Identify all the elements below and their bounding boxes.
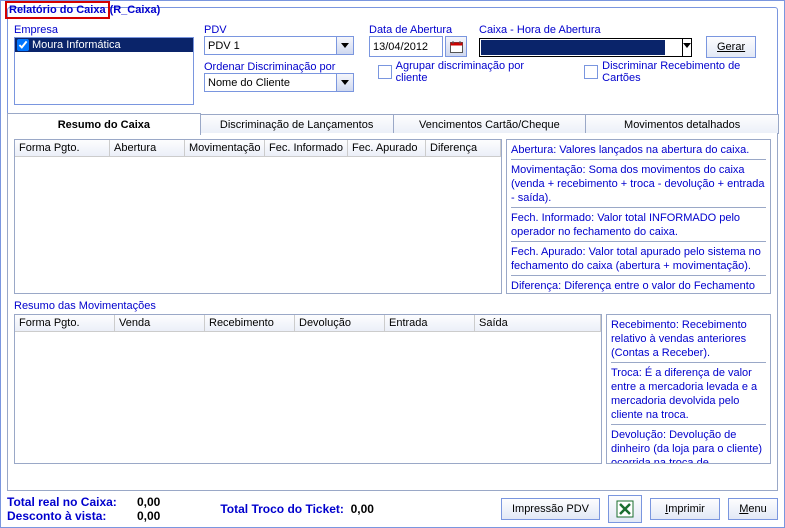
discriminar-checkbox[interactable]: Discriminar Recebimento de Cartões: [584, 60, 777, 84]
calendar-icon: [450, 41, 463, 53]
data-abertura-label: Data de Abertura: [369, 24, 469, 36]
resumo-grid[interactable]: Forma Pgto. Abertura Movimentação Fec. I…: [14, 139, 502, 294]
pdv-dropdown-button[interactable]: [336, 37, 353, 54]
data-abertura-input[interactable]: 13/04/2012: [369, 36, 443, 57]
ordenar-value: Nome do Cliente: [208, 77, 290, 89]
help-line: Diferença: Diferença entre o valor do Fe…: [511, 279, 766, 294]
calendar-button[interactable]: [445, 36, 467, 57]
tab-resumo-label: Resumo do Caixa: [58, 119, 150, 131]
troco-label: Total Troco do Ticket:: [220, 502, 344, 516]
grid2-col-devol[interactable]: Devolução: [295, 315, 385, 332]
help-movimentacoes: Recebimento: Recebimento relativo à vend…: [606, 314, 771, 464]
grid2-col-entr[interactable]: Entrada: [385, 315, 475, 332]
help-line: Movimentação: Soma dos movimentos do cai…: [511, 163, 766, 205]
grid2-col-receb[interactable]: Recebimento: [205, 315, 295, 332]
resumo-mov-title: Resumo das Movimentações: [14, 300, 771, 312]
grid1-col-feci[interactable]: Fec. Informado: [265, 140, 348, 157]
data-abertura-value: 13/04/2012: [373, 41, 428, 53]
impressao-pdv-label: Impressão PDV: [512, 503, 589, 515]
export-excel-button[interactable]: [608, 495, 642, 523]
ordenar-label: Ordenar Discriminação por: [204, 61, 359, 73]
empresa-list[interactable]: Moura Informática: [14, 37, 194, 105]
desconto-value: 0,00: [137, 509, 160, 523]
help-line: Recebimento: Recebimento relativo à vend…: [611, 318, 766, 360]
pdv-value: PDV 1: [208, 40, 240, 52]
page-title-suffix: (R_Caixa): [110, 4, 161, 16]
gerar-button[interactable]: Gerar: [706, 36, 756, 58]
gerar-label: Gerar: [717, 41, 745, 53]
discriminar-label: Discriminar Recebimento de Cartões: [602, 60, 777, 84]
grid2-col-venda[interactable]: Venda: [115, 315, 205, 332]
agrupar-checkbox[interactable]: Agrupar discriminação por cliente: [378, 60, 554, 84]
help-line: Abertura: Valores lançados na abertura d…: [511, 143, 766, 157]
desconto-label: Desconto à vista:: [7, 509, 137, 523]
help-line: Troca: É a diferença de valor entre a me…: [611, 366, 766, 422]
menu-button[interactable]: Menu: [728, 498, 778, 520]
chevron-down-icon: [341, 80, 349, 85]
grid1-col-feca[interactable]: Fec. Apurado: [348, 140, 426, 157]
help-line: Devolução: Devolução de dinheiro (da loj…: [611, 428, 766, 464]
chevron-down-icon: [683, 43, 691, 48]
tab-movimentos[interactable]: Movimentos detalhados: [585, 114, 779, 134]
troco-block: Total Troco do Ticket: 0,00: [220, 502, 374, 516]
grid1-col-abertura[interactable]: Abertura: [110, 140, 185, 157]
help-resumo: Abertura: Valores lançados na abertura d…: [506, 139, 771, 294]
caixa-label: Caixa - Hora de Abertura: [479, 24, 771, 36]
total-real-label: Total real no Caixa:: [7, 495, 137, 509]
excel-icon: [616, 500, 634, 518]
caixa-dropdown-button[interactable]: [682, 39, 691, 56]
tab-discriminacao-label: Discriminação de Lançamentos: [220, 119, 373, 131]
ordenar-select[interactable]: Nome do Cliente: [204, 73, 354, 92]
troco-value: 0,00: [351, 502, 374, 516]
grid2-col-saida[interactable]: Saída: [475, 315, 601, 332]
tab-movimentos-label: Movimentos detalhados: [624, 119, 740, 131]
grid1-col-forma[interactable]: Forma Pgto.: [15, 140, 110, 157]
menu-rest: enu: [748, 503, 766, 515]
empresa-checkbox[interactable]: [17, 39, 29, 51]
grid1-col-mov[interactable]: Movimentação: [185, 140, 265, 157]
imprimir-rest: mprimir: [668, 503, 705, 515]
empresa-item-label: Moura Informática: [32, 39, 121, 51]
grid2-col-forma[interactable]: Forma Pgto.: [15, 315, 115, 332]
tab-vencimentos-label: Vencimentos Cartão/Cheque: [419, 119, 560, 131]
help-line: Fech. Informado: Valor total INFORMADO p…: [511, 211, 766, 239]
total-real-value: 0,00: [137, 495, 160, 509]
empresa-label: Empresa: [14, 24, 194, 36]
help-line: Fech. Apurado: Valor total apurado pelo …: [511, 245, 766, 273]
ordenar-dropdown-button[interactable]: [336, 74, 353, 91]
grid1-col-dif[interactable]: Diferença: [426, 140, 501, 157]
page-title: Relatório do Caixa: [5, 1, 110, 19]
tab-discriminacao[interactable]: Discriminação de Lançamentos: [200, 114, 394, 134]
tab-resumo[interactable]: Resumo do Caixa: [7, 113, 201, 135]
pdv-select[interactable]: PDV 1: [204, 36, 354, 55]
empresa-list-item[interactable]: Moura Informática: [15, 38, 193, 52]
agrupar-label: Agrupar discriminação por cliente: [396, 60, 555, 84]
movimentacoes-grid[interactable]: Forma Pgto. Venda Recebimento Devolução …: [14, 314, 602, 464]
chevron-down-icon: [341, 43, 349, 48]
imprimir-button[interactable]: Imprimir: [650, 498, 720, 520]
tab-vencimentos[interactable]: Vencimentos Cartão/Cheque: [393, 114, 587, 134]
pdv-label: PDV: [204, 24, 359, 36]
impressao-pdv-button[interactable]: Impressão PDV: [501, 498, 600, 520]
caixa-select[interactable]: [479, 38, 692, 57]
